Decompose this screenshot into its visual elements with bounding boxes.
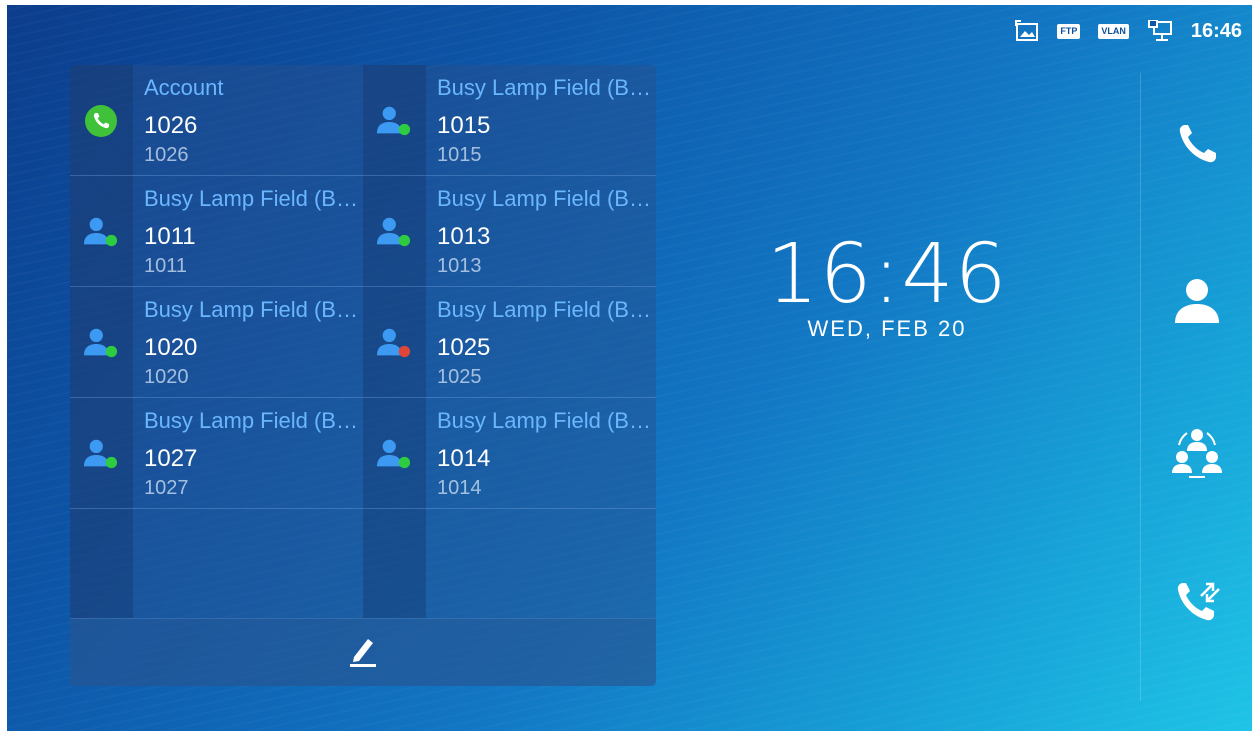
tile-number: 1015 bbox=[437, 144, 482, 166]
tile-extension: 1014 bbox=[437, 445, 491, 472]
tile-number: 1025 bbox=[437, 366, 482, 388]
edit-widget-button[interactable] bbox=[70, 618, 656, 686]
tile-number: 1011 bbox=[144, 255, 188, 277]
tile-extension: 1011 bbox=[144, 223, 196, 250]
screenshot-icon[interactable] bbox=[1015, 20, 1039, 42]
pencil-icon bbox=[348, 633, 378, 672]
tile-number: 1020 bbox=[144, 366, 189, 388]
dock-divider bbox=[1140, 73, 1141, 701]
contact-icon bbox=[376, 103, 412, 139]
blf-tile[interactable]: Busy Lamp Field (B… 1027 1027 bbox=[70, 398, 363, 509]
network-icon bbox=[1147, 20, 1173, 42]
blf-widget-panel: Account 1026 1026 Busy Lamp Field (B… 10… bbox=[70, 65, 656, 686]
ftp-icon: FTP bbox=[1057, 23, 1081, 39]
dial-button[interactable] bbox=[1167, 117, 1227, 177]
tile-title: Busy Lamp Field (B… bbox=[144, 297, 358, 322]
tile-extension: 1013 bbox=[437, 223, 491, 250]
contact-icon bbox=[83, 214, 119, 250]
tile-number: 1027 bbox=[144, 477, 189, 499]
conference-button[interactable] bbox=[1167, 423, 1227, 483]
tile-title: Account bbox=[144, 75, 224, 100]
tile-title: Busy Lamp Field (B… bbox=[144, 408, 358, 433]
contact-icon bbox=[376, 436, 412, 472]
blf-tile[interactable]: Busy Lamp Field (B… 1011 1011 bbox=[70, 176, 363, 287]
vlan-icon: VLAN bbox=[1098, 23, 1129, 39]
tile-extension: 1015 bbox=[437, 112, 491, 139]
contacts-icon bbox=[1172, 276, 1222, 331]
conference-icon bbox=[1169, 423, 1225, 484]
contacts-button[interactable] bbox=[1167, 273, 1227, 333]
contact-icon bbox=[376, 325, 412, 361]
tile-extension: 1025 bbox=[437, 334, 491, 361]
blf-tile[interactable]: Busy Lamp Field (B… 1013 1013 bbox=[363, 176, 656, 287]
home-screen: FTP VLAN 16:46 Account 1026 1026 Busy La… bbox=[7, 5, 1252, 731]
clock-widget: 16:46 WED, FEB 20 bbox=[762, 230, 1012, 342]
tile-title: Busy Lamp Field (B… bbox=[144, 186, 358, 211]
blf-tile[interactable]: Busy Lamp Field (B… 1025 1025 bbox=[363, 287, 656, 398]
blf-tile[interactable]: Busy Lamp Field (B… 1014 1014 bbox=[363, 398, 656, 509]
tile-title: Busy Lamp Field (B… bbox=[437, 75, 651, 100]
contact-icon bbox=[376, 214, 412, 250]
tile-extension: 1026 bbox=[144, 112, 198, 139]
tile-title: Busy Lamp Field (B… bbox=[437, 186, 651, 211]
ftp-badge: FTP bbox=[1057, 23, 1081, 39]
tile-number: 1014 bbox=[437, 477, 482, 499]
contact-icon bbox=[83, 436, 119, 472]
tile-extension: 1027 bbox=[144, 445, 198, 472]
call-transfer-icon bbox=[1171, 575, 1223, 632]
phone-icon bbox=[1172, 120, 1222, 175]
blf-tile[interactable]: Busy Lamp Field (B… 1015 1015 bbox=[363, 65, 656, 176]
status-time: 16:46 bbox=[1190, 19, 1242, 42]
tile-extension: 1020 bbox=[144, 334, 198, 361]
contact-icon bbox=[83, 325, 119, 361]
tile-number: 1026 bbox=[144, 144, 189, 166]
vlan-badge: VLAN bbox=[1098, 23, 1129, 39]
account-tile[interactable]: Account 1026 1026 bbox=[70, 65, 363, 176]
tile-title: Busy Lamp Field (B… bbox=[437, 297, 651, 322]
blf-tile[interactable]: Busy Lamp Field (B… 1020 1020 bbox=[70, 287, 363, 398]
tile-title: Busy Lamp Field (B… bbox=[437, 408, 651, 433]
phone-icon bbox=[83, 103, 119, 139]
tile-number: 1013 bbox=[437, 255, 482, 277]
clock-time: 16:46 bbox=[766, 227, 1008, 322]
status-bar: FTP VLAN 16:46 bbox=[1015, 17, 1242, 45]
call-transfer-button[interactable] bbox=[1167, 573, 1227, 633]
